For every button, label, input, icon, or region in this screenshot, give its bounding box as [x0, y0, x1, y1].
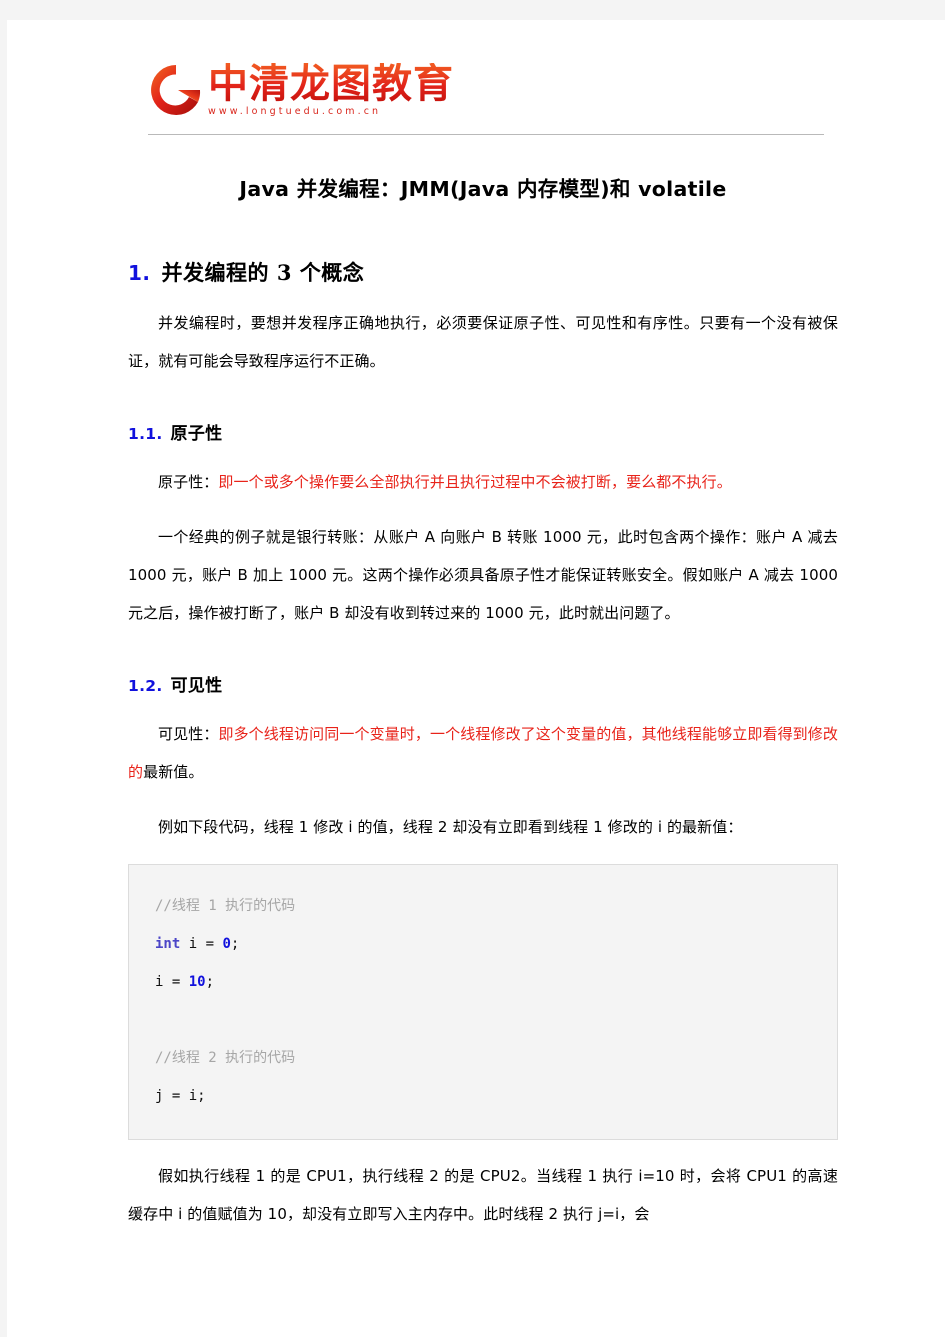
- document-content: Java 并发编程：JMM(Java 内存模型)和 volatile 1. 并发编…: [128, 160, 838, 1233]
- visibility-definition: 可见性：即多个线程访问同一个变量时，一个线程修改了这个变量的值，其他线程能够立即…: [128, 715, 838, 791]
- header-divider: [148, 134, 824, 135]
- section-heading-1: 1. 并发编程的 3 个概念: [128, 259, 838, 287]
- code-line-comment-1: //线程 1 执行的代码: [155, 898, 296, 914]
- atomicity-definition-text: 即一个或多个操作要么全部执行并且执行过程中不会被打断，要么都不执行。: [218, 473, 732, 491]
- code-line-declaration: int i = 0;: [155, 936, 240, 952]
- subsection-number-1-2: 1.2.: [128, 677, 163, 695]
- visibility-example-intro: 例如下段代码，线程 1 修改 i 的值，线程 2 却没有立即看到线程 1 修改的…: [158, 818, 743, 836]
- section-1-paragraph: 并发编程时，要想并发程序正确地执行，必须要保证原子性、可见性和有序性。只要有一个…: [128, 314, 838, 370]
- code-block: //线程 1 执行的代码 int i = 0; i = 10; //线程 2 执…: [128, 864, 838, 1140]
- visibility-definition-tail: 最新值。: [143, 763, 204, 781]
- visibility-definition-label: 可见性：: [158, 725, 219, 743]
- subsection-title-1-1: 原子性: [170, 424, 223, 444]
- company-logo: 中清龙图教育 www.longtuedu.com.cn: [148, 62, 454, 118]
- atomicity-definition: 原子性：即一个或多个操作要么全部执行并且执行过程中不会被打断，要么都不执行。: [128, 463, 838, 501]
- section-title-1: 并发编程的 3 个概念: [161, 260, 365, 285]
- visibility-closing-paragraph: 假如执行线程 1 的是 CPU1，执行线程 2 的是 CPU2。当线程 1 执行…: [128, 1167, 838, 1223]
- logo-company-name: 中清龙图教育: [208, 61, 454, 107]
- section-number-1: 1.: [128, 261, 151, 285]
- code-line-comment-2: //线程 2 执行的代码: [155, 1050, 296, 1066]
- subsection-heading-1-1: 1.1. 原子性: [128, 422, 838, 446]
- code-line-assignment: i = 10;: [155, 974, 215, 990]
- code-line-read: j = i;: [155, 1088, 206, 1104]
- visibility-definition-text: 即多个线程访问同一个变量时，一个线程修改了这个变量的值，其他线程能够立即看得到修…: [128, 725, 838, 781]
- atomicity-example: 一个经典的例子就是银行转账：从账户 A 向账户 B 转账 1000 元，此时包含…: [128, 528, 838, 622]
- document-page: 中清龙图教育 www.longtuedu.com.cn Java 并发编程：JM…: [7, 20, 945, 1337]
- atomicity-definition-label: 原子性：: [158, 473, 219, 491]
- page-title: Java 并发编程：JMM(Java 内存模型)和 volatile: [239, 177, 727, 201]
- subsection-number-1-1: 1.1.: [128, 425, 163, 443]
- logo-website-url: www.longtuedu.com.cn: [208, 106, 382, 117]
- subsection-title-1-2: 可见性: [170, 676, 223, 696]
- logo-text: 中清龙图教育 www.longtuedu.com.cn: [208, 63, 454, 118]
- subsection-heading-1-2: 1.2. 可见性: [128, 674, 838, 698]
- circular-g-logo-icon: [148, 62, 204, 118]
- page-header: 中清龙图教育 www.longtuedu.com.cn: [7, 20, 945, 135]
